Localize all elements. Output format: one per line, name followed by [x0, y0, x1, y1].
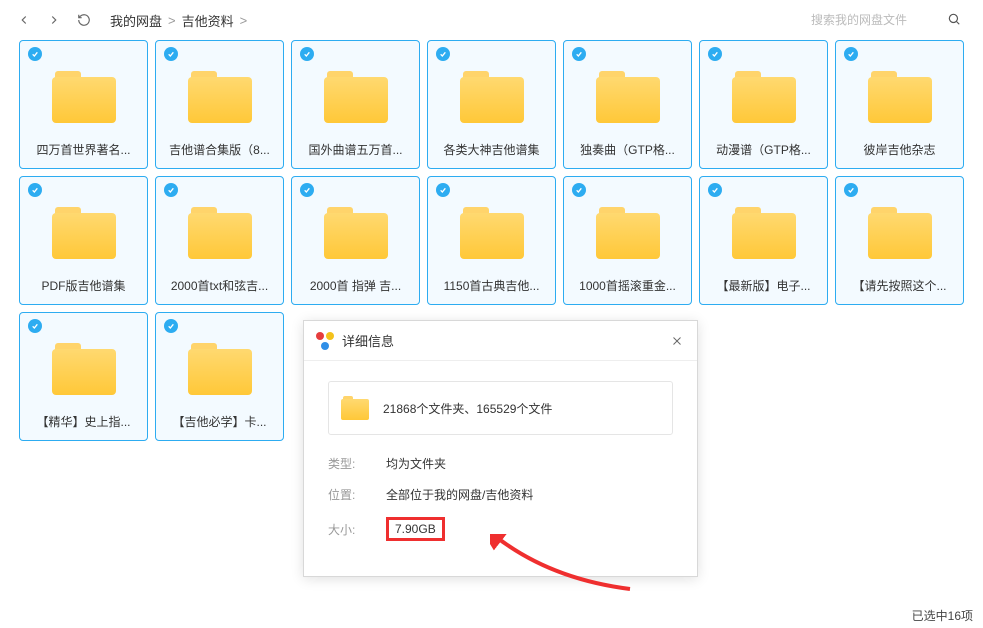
- folder-icon: [324, 207, 388, 259]
- folder-label: 1150首古典吉他...: [444, 277, 540, 294]
- topbar: 我的网盘 > 吉他资料 >: [0, 0, 983, 40]
- breadcrumb-sep: >: [240, 13, 248, 28]
- search-box[interactable]: [811, 7, 971, 33]
- folder-label: 彼岸吉他杂志: [863, 141, 935, 158]
- folder-tile[interactable]: PDF版吉他谱集: [19, 176, 148, 305]
- folder-label: 动漫谱（GTP格...: [716, 141, 811, 158]
- folder-label: 国外曲谱五万首...: [308, 141, 402, 158]
- location-value: 全部位于我的网盘/吉他资料: [386, 486, 533, 503]
- folder-tile[interactable]: 彼岸吉他杂志: [835, 40, 964, 169]
- folder-icon: [324, 71, 388, 123]
- folder-icon: [188, 343, 252, 395]
- popup-title: 详细信息: [342, 331, 669, 350]
- folder-icon: [732, 207, 796, 259]
- folder-label: 独奏曲（GTP格...: [580, 141, 675, 158]
- type-label: 类型:: [328, 455, 386, 472]
- folder-icon: [868, 207, 932, 259]
- selected-check-icon: [708, 183, 722, 197]
- selected-check-icon: [300, 183, 314, 197]
- folder-tile[interactable]: 动漫谱（GTP格...: [699, 40, 828, 169]
- popup-body: 21868个文件夹、165529个文件 类型: 均为文件夹 位置: 全部位于我的…: [304, 361, 697, 541]
- folder-label: PDF版吉他谱集: [41, 277, 125, 294]
- row-type: 类型: 均为文件夹: [328, 455, 673, 472]
- folder-tile[interactable]: 1000首摇滚重金...: [563, 176, 692, 305]
- folder-icon: [868, 71, 932, 123]
- folder-tile[interactable]: 国外曲谱五万首...: [291, 40, 420, 169]
- location-label: 位置:: [328, 486, 386, 503]
- folder-icon: [460, 207, 524, 259]
- folder-label: 四万首世界著名...: [36, 141, 130, 158]
- forward-button[interactable]: [42, 8, 66, 32]
- size-label: 大小:: [328, 521, 386, 538]
- folder-tile[interactable]: 2000首 指弹 吉...: [291, 176, 420, 305]
- row-size: 大小: 7.90GB: [328, 517, 673, 541]
- row-location: 位置: 全部位于我的网盘/吉他资料: [328, 486, 673, 503]
- breadcrumb-sep: >: [168, 13, 176, 28]
- folder-tile[interactable]: 【精华】史上指...: [19, 312, 148, 441]
- selected-check-icon: [28, 47, 42, 61]
- folder-icon: [341, 396, 369, 420]
- folder-tile[interactable]: 1150首古典吉他...: [427, 176, 556, 305]
- refresh-button[interactable]: [72, 8, 96, 32]
- folder-icon: [596, 207, 660, 259]
- folder-icon: [188, 71, 252, 123]
- breadcrumb-root[interactable]: 我的网盘: [110, 11, 162, 30]
- folder-tile[interactable]: 【最新版】电子...: [699, 176, 828, 305]
- folder-label: 2000首txt和弦吉...: [171, 277, 268, 294]
- folder-icon: [52, 71, 116, 123]
- folder-label: 2000首 指弹 吉...: [310, 277, 401, 294]
- folder-label: 【精华】史上指...: [36, 413, 130, 430]
- folder-label: 【最新版】电子...: [716, 277, 810, 294]
- folder-icon: [732, 71, 796, 123]
- size-value: 7.90GB: [386, 517, 445, 541]
- folder-tile[interactable]: 四万首世界著名...: [19, 40, 148, 169]
- folder-label: 吉他谱合集版（8...: [169, 141, 270, 158]
- search-input[interactable]: [811, 13, 941, 27]
- breadcrumb: 我的网盘 > 吉他资料 >: [110, 11, 247, 30]
- selected-check-icon: [164, 183, 178, 197]
- folder-tile[interactable]: 2000首txt和弦吉...: [155, 176, 284, 305]
- selected-check-icon: [164, 319, 178, 333]
- selected-check-icon: [844, 183, 858, 197]
- selected-check-icon: [28, 319, 42, 333]
- folder-icon: [188, 207, 252, 259]
- folder-tile[interactable]: 【请先按照这个...: [835, 176, 964, 305]
- folder-icon: [52, 207, 116, 259]
- selected-check-icon: [436, 47, 450, 61]
- status-bar: 已选中16项: [912, 607, 973, 624]
- folder-label: 各类大神吉他谱集: [443, 141, 539, 158]
- selected-check-icon: [572, 47, 586, 61]
- selected-check-icon: [844, 47, 858, 61]
- folder-label: 【吉他必学】卡...: [172, 413, 266, 430]
- selected-check-icon: [28, 183, 42, 197]
- summary-box: 21868个文件夹、165529个文件: [328, 381, 673, 435]
- summary-text: 21868个文件夹、165529个文件: [383, 400, 552, 417]
- type-value: 均为文件夹: [386, 455, 446, 472]
- breadcrumb-current[interactable]: 吉他资料: [182, 11, 234, 30]
- size-highlight: 7.90GB: [386, 517, 445, 541]
- folder-icon: [52, 343, 116, 395]
- folder-icon: [596, 71, 660, 123]
- folder-tile[interactable]: 各类大神吉他谱集: [427, 40, 556, 169]
- folder-icon: [460, 71, 524, 123]
- folder-label: 【请先按照这个...: [852, 277, 946, 294]
- selected-check-icon: [300, 47, 314, 61]
- selected-check-icon: [572, 183, 586, 197]
- selected-check-icon: [708, 47, 722, 61]
- baidu-logo-icon: [316, 332, 334, 350]
- folder-tile[interactable]: 独奏曲（GTP格...: [563, 40, 692, 169]
- selected-check-icon: [436, 183, 450, 197]
- close-icon[interactable]: [669, 333, 685, 349]
- folder-label: 1000首摇滚重金...: [579, 277, 676, 294]
- popup-header: 详细信息: [304, 321, 697, 361]
- folder-tile[interactable]: 吉他谱合集版（8...: [155, 40, 284, 169]
- details-popup: 详细信息 21868个文件夹、165529个文件 类型: 均为文件夹 位置: 全…: [303, 320, 698, 577]
- selected-check-icon: [164, 47, 178, 61]
- folder-tile[interactable]: 【吉他必学】卡...: [155, 312, 284, 441]
- search-icon[interactable]: [947, 12, 961, 29]
- back-button[interactable]: [12, 8, 36, 32]
